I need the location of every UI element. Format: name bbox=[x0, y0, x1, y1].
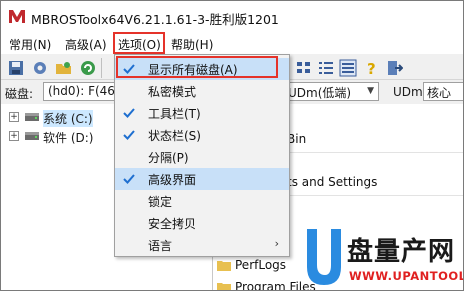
menu-item-lock[interactable]: 锁定 bbox=[115, 190, 289, 212]
list-icon[interactable] bbox=[317, 59, 335, 77]
app-logo-icon bbox=[9, 10, 25, 23]
menu-item-advanced-ui[interactable]: 高级界面 bbox=[115, 168, 289, 190]
expand-icon[interactable]: + bbox=[9, 112, 19, 122]
check-icon bbox=[123, 174, 135, 184]
app-window: MBROSToolx64V6.21.1.61-3-胜利版1201 常用(N) 高… bbox=[0, 0, 464, 291]
expand-icon[interactable]: + bbox=[9, 131, 19, 141]
folder-icon bbox=[217, 283, 231, 290]
toolbar-separator bbox=[101, 58, 102, 78]
options-dropdown-menu: 显示所有磁盘(A) 私密模式 工具栏(T) 状态栏(S) 分隔(P) 高级界面 … bbox=[114, 54, 290, 257]
menu-item-safe-copy[interactable]: 安全拷贝 bbox=[115, 212, 289, 234]
drive-icon bbox=[25, 132, 39, 140]
menu-item-statusbar[interactable]: 状态栏(S) bbox=[115, 124, 289, 146]
settings-icon[interactable] bbox=[31, 59, 49, 77]
folder-icon bbox=[217, 261, 231, 271]
disk-select[interactable]: (hd0): F(46 bbox=[43, 82, 123, 101]
upantool-logo-icon bbox=[307, 229, 341, 285]
menu-item-label: 高级界面 bbox=[148, 173, 197, 187]
menu-item-label: 私密模式 bbox=[148, 85, 197, 99]
details-icon[interactable] bbox=[339, 59, 357, 77]
window-title: MBROSToolx64V6.21.1.61-3-胜利版1201 bbox=[31, 12, 279, 27]
menu-item-label: 锁定 bbox=[148, 195, 173, 209]
watermark-url: WWW.UPANTOOL.COM bbox=[349, 269, 464, 283]
menu-item-private-mode[interactable]: 私密模式 bbox=[115, 80, 289, 102]
menu-item-split[interactable]: 分隔(P) bbox=[115, 146, 289, 168]
menu-advanced[interactable]: 高级(A) bbox=[65, 36, 107, 53]
tree-item-label: 软件 (D:) bbox=[43, 131, 94, 145]
disk-label: 磁盘: bbox=[5, 87, 34, 101]
menu-item-label: 语言 bbox=[148, 239, 173, 253]
menu-item-label: 安全拷贝 bbox=[148, 217, 197, 231]
menu-bar: 常用(N) 高级(A) 选项(O) 帮助(H) bbox=[1, 32, 463, 54]
menu-item-language[interactable]: 语言 › bbox=[115, 234, 289, 256]
svg-text:?: ? bbox=[367, 60, 376, 77]
menu-item-label: 状态栏(S) bbox=[148, 129, 201, 143]
mode-select-value: UDm(低端) bbox=[288, 86, 352, 100]
tree-item-label: 系统 (C:) bbox=[43, 110, 93, 127]
menu-common[interactable]: 常用(N) bbox=[9, 36, 51, 53]
udm-select[interactable]: 核心 bbox=[423, 82, 463, 101]
save-icon[interactable] bbox=[7, 59, 25, 77]
chevron-right-icon: › bbox=[274, 237, 279, 250]
grid-icon[interactable] bbox=[295, 59, 313, 77]
menu-item-label: 分隔(P) bbox=[148, 151, 189, 165]
watermark-brand: 盘量产网 bbox=[347, 237, 456, 267]
menu-help[interactable]: 帮助(H) bbox=[171, 36, 213, 53]
check-icon bbox=[123, 108, 135, 118]
list-item[interactable]: PerfLogs bbox=[235, 258, 286, 272]
show-all-disks-highlight-box bbox=[116, 56, 278, 78]
menu-item-toolbar[interactable]: 工具栏(T) bbox=[115, 102, 289, 124]
options-menu-highlight-box bbox=[113, 32, 165, 54]
drive-icon bbox=[25, 113, 39, 121]
mode-select[interactable]: UDm(低端) ▼ bbox=[283, 82, 379, 101]
watermark: 盘量产网 WWW.UPANTOOL.COM bbox=[301, 227, 464, 290]
exit-icon[interactable] bbox=[385, 59, 403, 77]
menu-item-label: 工具栏(T) bbox=[148, 107, 201, 121]
title-bar: MBROSToolx64V6.21.1.61-3-胜利版1201 bbox=[1, 1, 463, 32]
open-icon[interactable] bbox=[55, 59, 73, 77]
refresh-icon[interactable] bbox=[79, 59, 97, 77]
list-item[interactable]: ts and Settings bbox=[287, 175, 377, 189]
udm-label: UDm: bbox=[393, 85, 427, 99]
chevron-down-icon: ▼ bbox=[367, 86, 374, 96]
help-icon[interactable]: ? bbox=[363, 59, 381, 77]
check-icon bbox=[123, 130, 135, 140]
